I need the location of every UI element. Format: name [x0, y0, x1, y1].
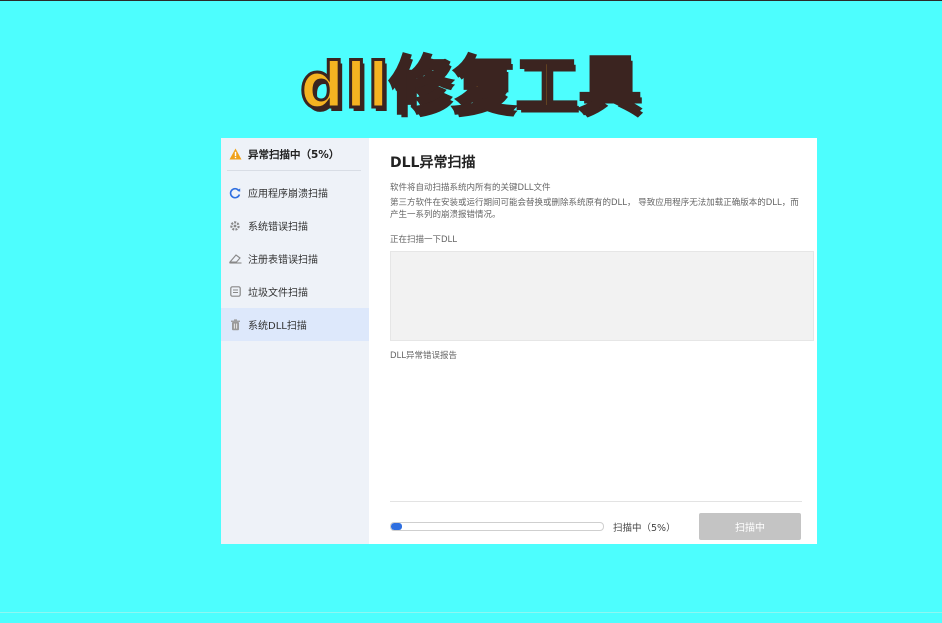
scan-status-text: 扫描中（5%）: [613, 523, 676, 534]
scan-progress-bar: [390, 522, 604, 531]
sidebar: 异常扫描中（5%） 应用程序崩溃扫描 系统错误扫描 注册表错误扫描 垃圾文件扫描…: [221, 138, 369, 544]
scan-button[interactable]: 扫描中: [699, 513, 801, 540]
top-border: [0, 0, 942, 1]
warning-icon: [228, 147, 242, 161]
eraser-icon: [228, 252, 242, 266]
main-panel: DLL异常扫描 软件将自动扫描系统内所有的关键DLL文件 第三方软件在安装或运行…: [369, 138, 817, 544]
scan-progress-fill: [391, 523, 402, 530]
sidebar-item-label: 应用程序崩溃扫描: [248, 189, 328, 200]
sidebar-header: 异常扫描中（5%）: [221, 138, 369, 170]
report-section-label: DLL异常错误报告: [390, 351, 458, 361]
description-line-1: 软件将自动扫描系统内所有的关键DLL文件: [390, 183, 551, 193]
page-title: DLL异常扫描: [390, 155, 476, 171]
refresh-icon: [228, 186, 242, 200]
sidebar-divider: [227, 170, 361, 171]
app-window: 异常扫描中（5%） 应用程序崩溃扫描 系统错误扫描 注册表错误扫描 垃圾文件扫描…: [221, 138, 817, 544]
page: dll修复工具 异常扫描中（5%） 应用程序崩溃扫描 系统错误扫描 注册表错误扫…: [0, 0, 942, 623]
bottom-border: [0, 612, 942, 613]
sidebar-item-label: 注册表错误扫描: [248, 255, 318, 266]
footer-divider: [390, 501, 802, 502]
sidebar-item-app-crash-scan[interactable]: 应用程序崩溃扫描: [221, 176, 369, 209]
sidebar-item-system-dll-scan[interactable]: 系统DLL扫描: [221, 308, 369, 341]
sidebar-item-registry-scan[interactable]: 注册表错误扫描: [221, 242, 369, 275]
file-box-icon: [228, 285, 242, 299]
scan-log-box[interactable]: [390, 251, 814, 341]
sidebar-item-label: 垃圾文件扫描: [248, 288, 308, 299]
sidebar-item-label: 系统DLL扫描: [248, 321, 307, 332]
trash-icon: [228, 318, 242, 332]
scan-section-label: 正在扫描一下DLL: [390, 235, 458, 245]
description-line-2: 第三方软件在安装或运行期间可能会替换或删除系统原有的DLL， 导致应用程序无法加…: [390, 198, 799, 220]
banner-title: dll修复工具: [299, 48, 643, 124]
gear-icon: [228, 219, 242, 233]
sidebar-item-junk-file-scan[interactable]: 垃圾文件扫描: [221, 275, 369, 308]
sidebar-item-label: 系统错误扫描: [248, 222, 308, 233]
sidebar-item-system-error-scan[interactable]: 系统错误扫描: [221, 209, 369, 242]
sidebar-header-label: 异常扫描中（5%）: [248, 148, 340, 161]
